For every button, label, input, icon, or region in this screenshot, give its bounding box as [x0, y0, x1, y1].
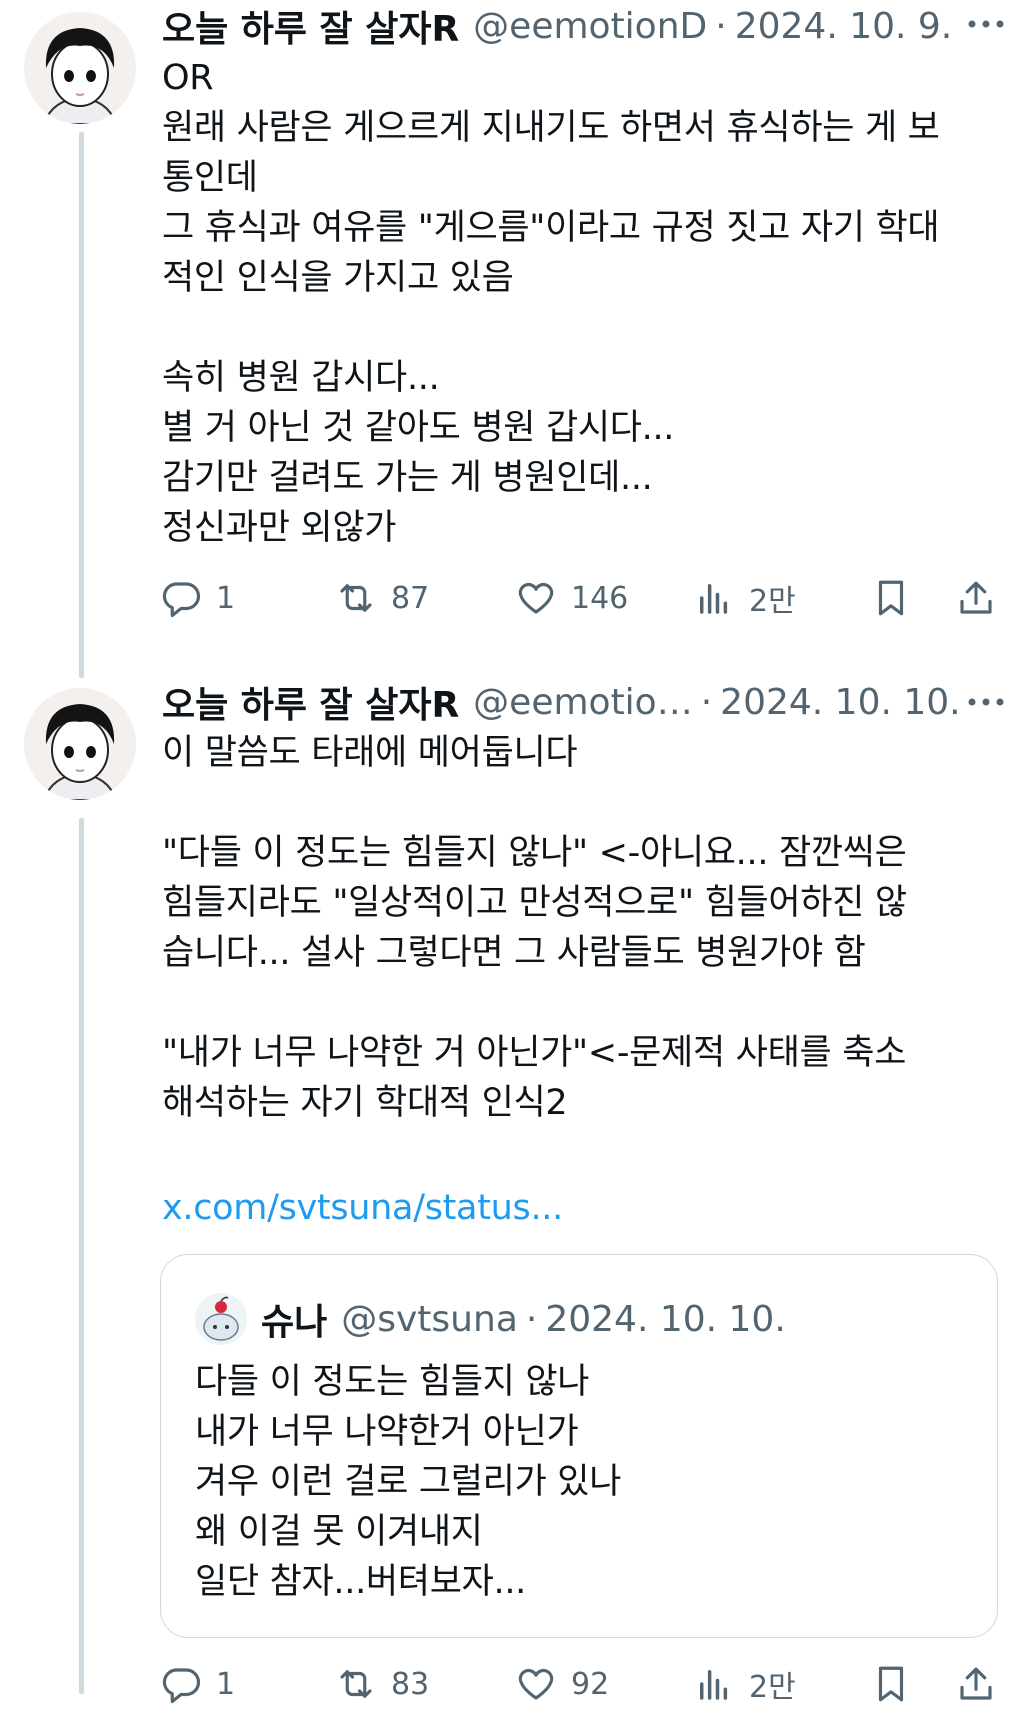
reply-icon — [162, 582, 201, 618]
reply-icon — [162, 1668, 201, 1704]
share-icon — [960, 1667, 992, 1700]
views-button[interactable]: 2만 — [693, 570, 796, 626]
quote-timestamp[interactable]: 2024. 10. 10. — [545, 1299, 785, 1340]
share-button[interactable] — [955, 570, 997, 626]
separator: · — [715, 5, 727, 47]
views-count: 2만 — [749, 584, 796, 619]
retweet-button[interactable]: 83 — [335, 1656, 429, 1712]
reply-count: 1 — [216, 1666, 236, 1702]
separator: · — [525, 1298, 538, 1340]
tweet-text: 이 말씀도 타래에 메어둡니다 "다들 이 정도는 힘들지 않나" <-아니요.… — [162, 733, 907, 1123]
separator: · — [700, 681, 713, 723]
thread-line — [79, 132, 84, 678]
action-bar: 1 87 146 2만 — [160, 570, 1024, 626]
like-icon — [518, 582, 554, 614]
bookmark-icon — [878, 1666, 904, 1702]
avatar[interactable] — [24, 688, 136, 800]
reply-button[interactable]: 1 — [160, 1656, 235, 1712]
quote-avatar[interactable] — [195, 1293, 247, 1345]
views-icon — [700, 1670, 728, 1700]
avatar[interactable] — [24, 12, 136, 124]
views-button[interactable]: 2만 — [693, 1656, 796, 1712]
tweet-text: OR 원래 사람은 게으르게 지내기도 하면서 휴식하는 게 보 통인데 그 휴… — [162, 58, 940, 548]
retweet-icon — [340, 1670, 372, 1698]
thread-line — [79, 818, 84, 1694]
display-name[interactable]: 오늘 하루 잘 살자R — [162, 676, 459, 728]
tweet-header: 오늘 하루 잘 살자R @eemotionD · 2024. 10. 9. — [162, 0, 1024, 52]
like-button[interactable]: 92 — [515, 1656, 609, 1712]
bookmark-icon — [878, 580, 904, 616]
retweet-count: 83 — [391, 1666, 430, 1702]
quote-tweet[interactable]: 슈나 @svtsuna · 2024. 10. 10. 다들 이 정도는 힘들지… — [160, 1254, 998, 1638]
reply-button[interactable]: 1 — [160, 570, 235, 626]
quote-text: 다들 이 정도는 힘들지 않나 내가 너무 나약한거 아닌가 겨우 이런 걸로 … — [195, 1362, 622, 1602]
share-icon — [960, 581, 992, 614]
like-button[interactable]: 146 — [515, 570, 628, 626]
timestamp[interactable]: 2024. 10. 9. — [735, 6, 953, 47]
tweet-link[interactable]: x.com/svtsuna/status... — [162, 1183, 992, 1233]
like-count: 146 — [571, 580, 629, 616]
views-count: 2만 — [749, 1670, 796, 1705]
handle[interactable]: @eemotionD — [473, 6, 707, 47]
more-icon[interactable] — [966, 682, 1006, 722]
share-button[interactable] — [955, 1656, 997, 1712]
more-icon[interactable] — [966, 4, 1006, 44]
reply-count: 1 — [216, 580, 236, 616]
quote-display-name[interactable]: 슈나 — [261, 1293, 327, 1345]
display-name[interactable]: 오늘 하루 잘 살자R — [162, 0, 459, 52]
like-icon — [518, 1668, 554, 1700]
tweet-header: 오늘 하루 잘 살자R @eemotio… · 2024. 10. 10. — [162, 676, 1024, 728]
retweet-button[interactable]: 87 — [335, 570, 429, 626]
handle[interactable]: @eemotio… — [473, 682, 693, 723]
quote-header: 슈나 @svtsuna · 2024. 10. 10. — [195, 1293, 786, 1345]
like-count: 92 — [571, 1666, 610, 1702]
bookmark-button[interactable] — [870, 570, 912, 626]
views-icon — [700, 584, 728, 614]
retweet-count: 87 — [391, 580, 430, 616]
timestamp[interactable]: 2024. 10. 10. — [720, 682, 960, 723]
retweet-icon — [340, 584, 372, 612]
action-bar: 1 83 92 2만 — [160, 1656, 1024, 1712]
bookmark-button[interactable] — [870, 1656, 912, 1712]
quote-handle[interactable]: @svtsuna — [341, 1299, 518, 1340]
